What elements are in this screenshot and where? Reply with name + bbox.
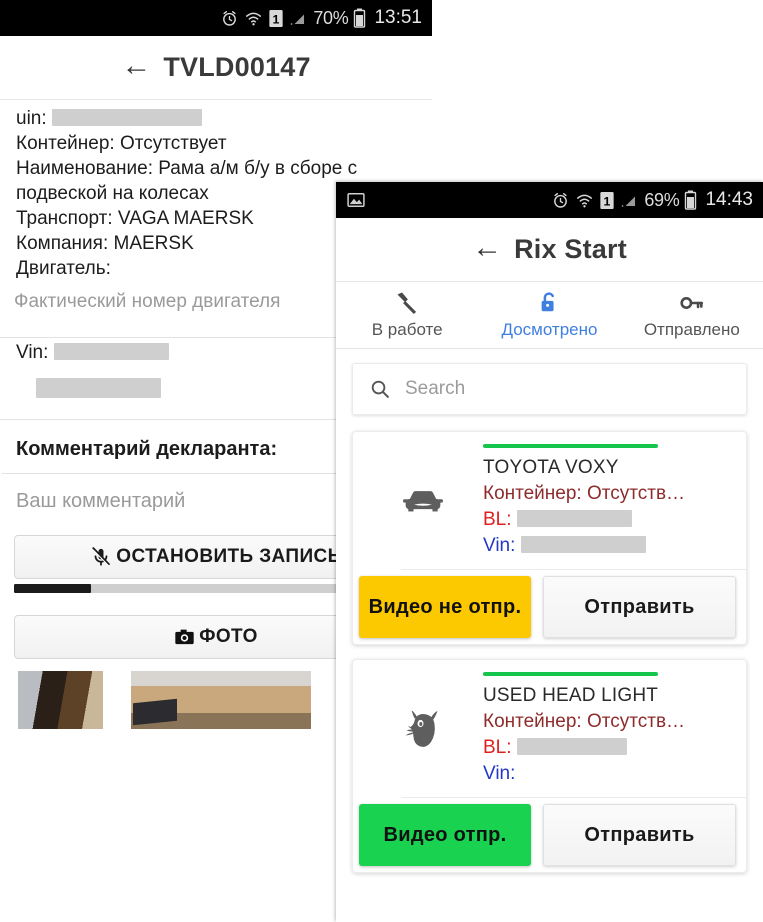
key-icon bbox=[680, 297, 703, 309]
container-value: Отсутств… bbox=[586, 711, 686, 732]
svg-text:1: 1 bbox=[273, 12, 280, 26]
page-title: Rix Start bbox=[514, 234, 627, 264]
bl-label: BL: bbox=[483, 737, 512, 758]
card-container-row: Контейнер: Отсутств… bbox=[483, 709, 730, 735]
card-details: USED HEAD LIGHT Контейнер: Отсутств… BL:… bbox=[483, 672, 736, 787]
card-action-bar: Видео отпр. Отправить bbox=[359, 797, 746, 872]
bl-value-redacted bbox=[516, 738, 627, 755]
video-status-button[interactable]: Видео отпр. bbox=[359, 804, 531, 866]
alarm-icon bbox=[554, 192, 568, 208]
car-icon bbox=[403, 490, 443, 511]
camera-icon bbox=[175, 629, 194, 644]
tab-inspected[interactable]: Досмотрено bbox=[478, 288, 620, 344]
image-notification-icon bbox=[347, 193, 365, 207]
wifi-icon bbox=[577, 194, 593, 207]
tab-label: Отправлено bbox=[643, 320, 740, 339]
search-box[interactable]: Search bbox=[352, 363, 747, 415]
search-input[interactable]: Search bbox=[405, 378, 465, 400]
back-arrow-icon[interactable]: ← bbox=[121, 51, 151, 81]
card-vin-row: Vin: bbox=[483, 761, 730, 787]
alarm-icon bbox=[223, 10, 237, 26]
tab-in-work[interactable]: В работе bbox=[336, 288, 478, 344]
send-label: Отправить bbox=[584, 823, 695, 846]
container-value: Отсутств… bbox=[586, 483, 686, 504]
card-icon-slot bbox=[363, 709, 483, 751]
card-bl-row: BL: bbox=[483, 507, 730, 533]
vin-secondary-redacted bbox=[36, 378, 161, 398]
gremlin-icon bbox=[405, 710, 438, 747]
mic-off-icon bbox=[92, 547, 111, 567]
video-status-button[interactable]: Видео не отпр. bbox=[359, 576, 531, 638]
uin-value-redacted bbox=[51, 109, 202, 126]
send-button[interactable]: Отправить bbox=[543, 804, 736, 866]
container-label: Контейнер: bbox=[483, 711, 587, 732]
card-content: TOYOTA VOXY Контейнер: Отсутств… BL: Vin… bbox=[353, 432, 746, 569]
status-accent-bar bbox=[483, 444, 658, 448]
photo-label: ФОТО bbox=[199, 626, 258, 647]
wifi-icon bbox=[246, 12, 262, 25]
search-section: Search bbox=[336, 349, 763, 421]
lock-open-icon bbox=[542, 292, 555, 312]
uin-label: uin: bbox=[16, 108, 47, 129]
list-item[interactable] bbox=[131, 671, 311, 729]
card-container-row: Контейнер: Отсутств… bbox=[483, 481, 730, 507]
signal-icon bbox=[621, 196, 636, 207]
tab-label: Досмотрено bbox=[501, 320, 598, 339]
tab-bar: В работе Досмотрено Отправлено bbox=[336, 282, 763, 349]
status-bar-left: 1 70% 13:51 bbox=[0, 0, 432, 36]
tab-sent[interactable]: Отправлено bbox=[621, 288, 763, 344]
status-accent-bar bbox=[483, 672, 658, 676]
vin-label: Vin: bbox=[483, 763, 516, 784]
record-progress-fill bbox=[14, 584, 91, 593]
clock-time: 13:51 bbox=[374, 7, 422, 28]
battery-icon bbox=[685, 190, 697, 210]
tab-label: В работе bbox=[371, 320, 443, 339]
list-item[interactable]: USED HEAD LIGHT Контейнер: Отсутств… BL:… bbox=[352, 659, 747, 873]
search-icon bbox=[371, 380, 389, 398]
vin-label: Vin: bbox=[16, 342, 49, 363]
video-status-label: Видео отпр. bbox=[383, 823, 507, 846]
card-title: USED HEAD LIGHT bbox=[483, 685, 659, 706]
hammer-icon bbox=[397, 292, 417, 315]
list-item[interactable] bbox=[18, 671, 103, 729]
vin-value-redacted bbox=[53, 343, 169, 360]
card-title: TOYOTA VOXY bbox=[483, 457, 619, 478]
video-status-label: Видео не отпр. bbox=[368, 595, 522, 618]
page-title: TVLD00147 bbox=[163, 52, 311, 82]
clock-time: 14:43 bbox=[705, 189, 753, 210]
bl-value-redacted bbox=[516, 510, 632, 527]
svg-text:1: 1 bbox=[604, 194, 611, 208]
vin-value-redacted bbox=[520, 536, 646, 553]
battery-icon bbox=[354, 8, 366, 28]
card-vin-row: Vin: bbox=[483, 533, 730, 559]
send-label: Отправить bbox=[584, 595, 695, 618]
right-phone-screen: 1 69% 14:43 ← Rix Start В работе Досмотр… bbox=[336, 182, 763, 922]
sim1-icon: 1 bbox=[600, 191, 614, 209]
card-bl-row: BL: bbox=[483, 735, 730, 761]
card-icon-slot bbox=[363, 486, 483, 518]
battery-percent: 69% bbox=[644, 189, 680, 210]
bl-label: BL: bbox=[483, 509, 512, 530]
stop-record-label: ОСТАНОВИТЬ ЗАПИСЬ bbox=[116, 546, 342, 567]
signal-icon bbox=[290, 14, 305, 25]
status-bar-right: 1 69% 14:43 bbox=[336, 182, 763, 218]
back-arrow-icon[interactable]: ← bbox=[472, 233, 502, 263]
card-action-bar: Видео не отпр. Отправить bbox=[359, 569, 746, 644]
vin-label: Vin: bbox=[483, 535, 516, 556]
app-bar-left: ← TVLD00147 bbox=[0, 36, 432, 100]
container-row: Контейнер: Отсутствует bbox=[16, 133, 227, 154]
send-button[interactable]: Отправить bbox=[543, 576, 736, 638]
sim1-icon: 1 bbox=[269, 9, 283, 27]
app-bar-right: ← Rix Start bbox=[336, 218, 763, 282]
card-content: USED HEAD LIGHT Контейнер: Отсутств… BL:… bbox=[353, 660, 746, 797]
container-label: Контейнер: bbox=[483, 483, 587, 504]
card-details: TOYOTA VOXY Контейнер: Отсутств… BL: Vin… bbox=[483, 444, 736, 559]
uin-row: uin: bbox=[16, 106, 416, 131]
battery-percent: 70% bbox=[313, 7, 349, 28]
list-item[interactable]: TOYOTA VOXY Контейнер: Отсутств… BL: Vin… bbox=[352, 431, 747, 645]
